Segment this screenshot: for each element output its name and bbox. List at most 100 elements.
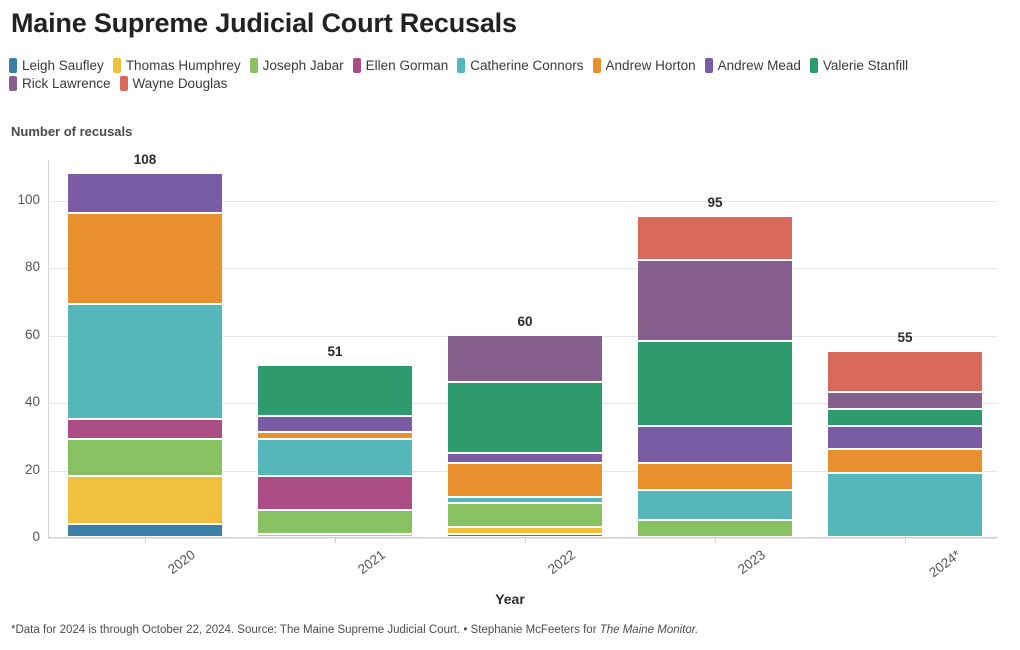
x-axis-tick-mark [335,538,336,543]
legend-item-label: Andrew Horton [605,58,696,73]
legend-item[interactable]: Andrew Horton [592,58,696,73]
legend-swatch-icon [119,76,128,91]
legend-swatch-icon [704,58,713,73]
y-axis-line [48,160,49,538]
x-axis-tick-mark [145,538,146,543]
legend-item[interactable]: Rick Lawrence [9,76,111,91]
legend-swatch-icon [592,58,601,73]
legend-item-label: Joseph Jabar [262,58,344,73]
bar-segment[interactable] [828,450,982,472]
bar-segment[interactable] [258,534,412,537]
bar-segment[interactable] [448,497,602,503]
footnote-publication: The Maine Monitor. [599,624,699,636]
bar-segment[interactable] [828,352,982,391]
bar-segment[interactable] [638,342,792,425]
bar-segment[interactable] [828,473,982,536]
bar-segment[interactable] [638,217,792,260]
bar-segment[interactable] [448,463,602,496]
x-axis-tick-label: 2021 [355,547,389,578]
legend-item[interactable]: Wayne Douglas [119,76,228,91]
x-axis-tick-mark [525,538,526,543]
legend-item-label: Ellen Gorman [365,58,449,73]
legend-item[interactable]: Andrew Mead [704,58,801,73]
bar-segment[interactable] [68,305,222,418]
bar-segment[interactable] [828,392,982,408]
plot-area: 0 20 40 60 80 100 108 2020 51 2021 60 2022 95 2023 55 2… [17,152,998,580]
chart-container: Maine Supreme Judicial Court Recusals Le… [0,0,1020,650]
bar-segment[interactable] [68,419,222,439]
bar-segment[interactable] [258,477,412,509]
bar-segment[interactable] [448,453,602,462]
bar-segment[interactable] [638,463,792,489]
y-axis-tick-label: 60 [24,326,40,342]
y-axis-tick-label: 80 [24,259,40,274]
y-axis-tick-label: 100 [17,191,40,207]
legend-item[interactable]: Catherine Connors [457,58,584,73]
x-axis-title: Year [495,591,525,607]
y-axis-tick-label: 20 [24,461,40,477]
bar-segment[interactable] [448,534,602,537]
bar-segment[interactable] [448,527,602,533]
bar-segment[interactable] [258,511,412,533]
legend-item-label: Leigh Saufley [22,58,104,73]
legend: Leigh Saufley Thomas Humphrey Joseph Jabar… [9,58,1009,94]
x-axis-tick-mark [715,538,716,543]
legend-item-label: Andrew Mead [717,58,801,73]
legend-item[interactable]: Ellen Gorman [352,58,449,73]
bar-segment[interactable] [638,490,792,520]
bar-segment[interactable] [638,521,792,536]
footnote-text: *Data for 2024 is through October 22, 20… [11,624,600,636]
bar-segment[interactable] [258,433,412,439]
y-axis-title: Number of recusals [11,124,133,139]
x-axis-tick-mark [905,538,906,543]
legend-item-label: Valerie Stanfill [822,58,909,73]
legend-swatch-icon [809,58,818,73]
bar-segment[interactable] [68,173,222,212]
legend-item[interactable]: Thomas Humphrey [112,58,241,73]
y-gridline [48,538,998,539]
bar-segment[interactable] [638,426,792,462]
y-axis-tick-label: 40 [24,394,40,409]
bar-total-label: 95 [707,195,723,211]
stacked-bar[interactable] [68,160,222,538]
bar-segment[interactable] [448,335,602,381]
legend-item-label: Wayne Douglas [132,76,228,91]
bar-segment[interactable] [828,409,982,425]
bar-segment[interactable] [828,426,982,449]
legend-swatch-icon [9,76,17,91]
bar-total-label: 55 [897,330,913,346]
bar-segment[interactable] [68,524,222,536]
legend-swatch-icon [112,58,121,73]
legend-item-label: Catherine Connors [470,58,584,73]
legend-swatch-icon [457,58,466,73]
legend-item[interactable]: Valerie Stanfill [809,58,909,73]
stacked-bar[interactable] [448,160,602,538]
legend-swatch-icon [9,58,17,73]
legend-item-label: Rick Lawrence [22,76,111,91]
stacked-bar[interactable] [638,160,792,538]
bar-segment[interactable] [448,382,602,452]
y-axis-tick-label: 0 [32,529,40,544]
legend-item[interactable]: Joseph Jabar [249,58,344,73]
bar-segment[interactable] [638,261,792,341]
x-axis-tick-label: 2023 [735,547,769,578]
legend-item[interactable]: Leigh Saufley [9,58,104,73]
x-axis-tick-label: 2024* [926,547,964,581]
bar-total-label: 108 [133,151,157,167]
bar-segment[interactable] [258,365,412,415]
footnote: *Data for 2024 is through October 22, 20… [11,624,698,636]
bar-segment[interactable] [258,416,412,432]
legend-item-label: Thomas Humphrey [125,58,241,73]
bar-segment[interactable] [68,477,222,523]
stacked-bar[interactable] [828,160,982,538]
bar-segment[interactable] [68,440,222,476]
bar-total-label: 51 [327,343,343,359]
bar-segment[interactable] [448,504,602,526]
bar-segment[interactable] [68,214,222,304]
bar-total-label: 60 [517,313,533,329]
x-axis-tick-label: 2020 [165,547,199,578]
bar-segment[interactable] [258,440,412,476]
x-axis-tick-label: 2022 [545,547,579,578]
page-title: Maine Supreme Judicial Court Recusals [11,8,517,38]
legend-swatch-icon [352,58,361,73]
